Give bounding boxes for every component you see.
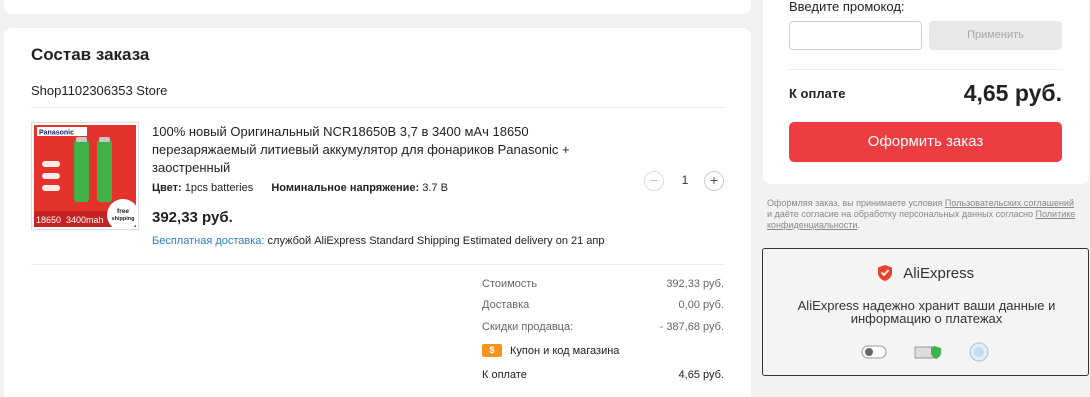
color-label: Цвет: [152,182,182,194]
pay-total: 4,65 руб. [963,80,1062,106]
delivery-estimate: Estimated delivery on 21 апр [462,235,605,247]
place-order-button[interactable]: Оформить заказ [789,122,1062,162]
product-image[interactable]: Panasonic 18650 3400mah free shipping [31,122,139,230]
order-composition-card: Состав заказа Shop1102306353 Store Panas… [4,28,751,397]
plus-icon[interactable]: + [704,171,724,191]
delivery-value: 0,00 руб. [678,299,724,311]
quantity-value[interactable]: 1 [674,173,696,187]
store-name[interactable]: Shop1102306353 Store [31,83,167,98]
color-value: 1pcs batteries [184,182,254,194]
promo-label: Введите промокод: [789,0,905,14]
minus-icon[interactable]: − [644,171,664,191]
voltage-value: 3.7 В [422,182,448,194]
voltage-label: Номинальное напряжение: [271,182,420,194]
divider [789,69,1062,70]
terms-text: Оформляя заказ, вы принимаете условия [767,198,945,208]
image-badge-bottom: shipping [112,216,135,222]
card-toggle-icon [861,345,887,364]
delivery-label: Доставка [482,299,530,311]
product-title[interactable]: 100% новый Оригинальный NCR18650B 3,7 в … [152,123,572,177]
order-title: Состав заказа [31,45,150,64]
image-capacity-text: 3400mah [66,215,104,225]
free-shipping-label: Бесплатная доставка: [152,235,265,247]
secure-card-icon [914,344,942,365]
cost-value: 392,33 руб. [666,278,724,290]
quantity-stepper: − 1 + [644,171,726,191]
promo-code-input[interactable] [789,21,922,50]
aliexpress-brand: AliExpress [903,264,975,282]
apply-promo-button[interactable]: Применить [929,21,1062,50]
pay-label: К оплате [789,86,846,101]
user-agreement-link[interactable]: Пользовательских соглашений [945,198,1074,208]
image-model-text: 18650 [36,215,61,225]
security-badges [763,341,1088,368]
protection-badge-icon [968,341,990,368]
divider [31,107,724,108]
battery-product-photo: Panasonic 18650 3400mah free shipping [34,125,138,229]
checkout-card: Введите промокод: Применить К оплате 4,6… [763,0,1089,184]
aliexpress-logo: AliExpress [763,264,1088,282]
discount-label: Скидки продавца: [482,321,574,333]
terms-text: и даёте согласие на обработку персональн… [767,209,1036,219]
total-value: 4,65 руб. [678,369,724,381]
security-info-box: AliExpress AliExpress надежно хранит ваш… [762,248,1089,376]
total-label: К оплате [482,369,527,381]
cost-label: Стоимость [482,278,538,290]
shipping-service: службой AliExpress Standard Shipping [267,235,460,247]
product-attributes: Цвет: 1pcs batteries Номинальное напряже… [152,182,448,194]
security-text: AliExpress надежно хранит ваши данные и … [797,298,1056,326]
previous-section-card [4,0,751,14]
shield-icon [877,264,893,282]
coupon-label[interactable]: Купон и код магазина [510,345,619,357]
image-badge-top: free [117,208,129,215]
product-price: 392,33 руб. [152,209,233,226]
terms-text: . [857,220,860,230]
coupon-icon: $ [482,344,502,357]
divider [31,264,724,265]
terms-notice: Оформляя заказ, вы принимаете условия По… [767,198,1077,231]
shipping-info: Бесплатная доставка: службой AliExpress … [152,235,605,247]
discount-value: - 387,68 руб. [659,321,724,333]
image-brand-text: Panasonic [39,130,74,137]
